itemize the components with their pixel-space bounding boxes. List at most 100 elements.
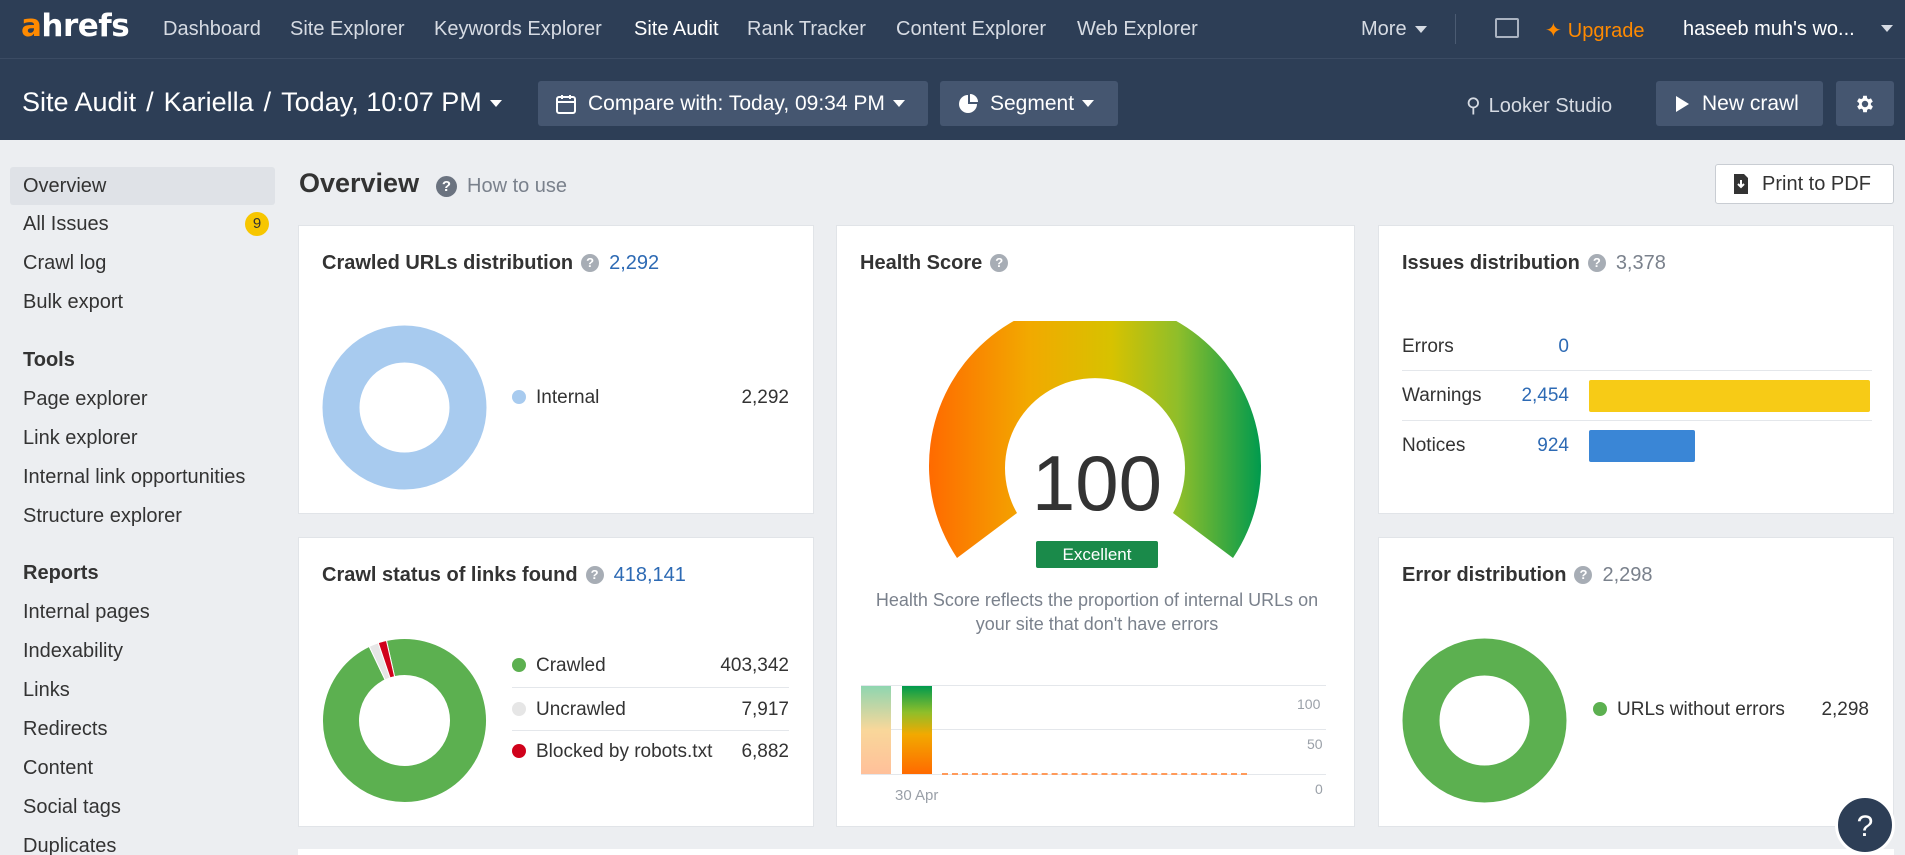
issues-count-badge: 9 (245, 212, 269, 236)
legend-value: 2,298 (1821, 699, 1869, 720)
audit-header: Site Audit / Kariella / Today, 10:07 PM Comp… (0, 58, 1905, 140)
nav-rank-tracker[interactable]: Rank Tracker (747, 18, 866, 41)
card-title: Crawled URLs distribution? 2,292 (322, 252, 660, 274)
chevron-down-icon (1082, 100, 1095, 107)
sidebar-item-overview[interactable]: Overview (10, 167, 275, 205)
upgrade-link[interactable]: ✦ Upgrade (1545, 18, 1644, 43)
sidebar-item-label: All Issues (23, 213, 109, 235)
looker-studio-link[interactable]: ⚲ Looker Studio (1466, 93, 1612, 118)
warnings-label: Warnings (1402, 385, 1482, 406)
reports-heading: Reports (23, 562, 99, 584)
more-label: More (1361, 18, 1407, 40)
health-score-value: 100 (1031, 439, 1163, 527)
errors-value[interactable]: 0 (1489, 336, 1569, 358)
download-icon (1734, 174, 1748, 194)
help-chat-button[interactable]: ? (1835, 795, 1895, 855)
sidebar-item-social-tags[interactable]: Social tags (10, 788, 275, 826)
screen-icon[interactable] (1495, 18, 1519, 38)
sidebar-item-internal-pages[interactable]: Internal pages (10, 593, 275, 631)
notices-bar[interactable] (1589, 430, 1695, 462)
nav-site-audit[interactable]: Site Audit (634, 18, 719, 41)
sidebar-item-all-issues[interactable]: All Issues 9 (10, 205, 275, 243)
crawl-status-count[interactable]: 418,141 (614, 564, 686, 586)
more-menu[interactable]: More (1361, 18, 1427, 41)
ahrefs-logo[interactable]: ahrefs (21, 8, 130, 44)
legend-dot (1593, 702, 1607, 716)
nav-keywords-explorer[interactable]: Keywords Explorer (434, 18, 602, 41)
sidebar-item-bulk-export[interactable]: Bulk export (10, 283, 275, 321)
help-icon[interactable]: ? (1587, 254, 1606, 272)
legend-uncrawled: Uncrawled (512, 699, 626, 721)
warnings-value[interactable]: 2,454 (1489, 385, 1569, 407)
help-icon[interactable]: ? (1574, 566, 1593, 584)
crawl-status-card: Crawl status of links found? 418,141 Craw… (298, 537, 814, 827)
legend-internal: Internal (512, 387, 599, 409)
sidebar-item-indexability[interactable]: Indexability (10, 632, 275, 670)
crumb-site-audit[interactable]: Site Audit (22, 87, 136, 117)
segment-button[interactable]: Segment (940, 81, 1118, 126)
sidebar-item-duplicates[interactable]: Duplicates (10, 827, 275, 855)
sidebar-item-crawl-log[interactable]: Crawl log (10, 244, 275, 282)
settings-button[interactable] (1836, 81, 1894, 126)
new-crawl-button[interactable]: New crawl (1656, 81, 1823, 126)
nav-site-explorer[interactable]: Site Explorer (290, 18, 405, 41)
history-baseline (942, 773, 1247, 775)
help-icon[interactable]: ? (990, 254, 1009, 272)
donut-slice-urls-without-errors[interactable] (1402, 638, 1567, 803)
history-bar[interactable] (902, 686, 932, 774)
chevron-down-icon (892, 100, 905, 107)
crawled-urls-count[interactable]: 2,292 (609, 252, 659, 274)
health-score-card: Health Score? 100 Excellent Health Score… (836, 225, 1355, 827)
play-icon (1676, 95, 1689, 112)
crumb-project[interactable]: Kariella (164, 87, 254, 117)
chevron-down-icon[interactable] (489, 100, 502, 108)
card-title: Error distribution? 2,298 (1402, 564, 1653, 586)
compare-label: Compare with: Today, 09:34 PM (588, 91, 885, 115)
breadcrumb: Site Audit / Kariella / Today, 10:07 PM (22, 87, 502, 118)
legend-dot (512, 744, 526, 758)
crawled-urls-card: Crawled URLs distribution? 2,292 Internal… (298, 225, 814, 514)
legend-dot (512, 390, 526, 404)
sparkle-icon: ✦ (1545, 20, 1562, 42)
legend-dot (512, 658, 526, 672)
history-bar[interactable] (861, 686, 891, 774)
donut-slice-internal[interactable] (322, 325, 487, 490)
chevron-down-icon[interactable] (1881, 25, 1893, 32)
notices-value[interactable]: 924 (1489, 435, 1569, 457)
notices-label: Notices (1402, 435, 1466, 456)
error-count: 2,298 (1602, 564, 1653, 586)
nav-content-explorer[interactable]: Content Explorer (896, 18, 1046, 41)
print-to-pdf-button[interactable]: Print to PDF (1715, 164, 1894, 204)
print-label: Print to PDF (1762, 172, 1871, 195)
compare-button[interactable]: Compare with: Today, 09:34 PM (538, 81, 928, 126)
sidebar-item-page-explorer[interactable]: Page explorer (10, 380, 275, 418)
looker-label: Looker Studio (1488, 95, 1613, 117)
sidebar-item-structure-explorer[interactable]: Structure explorer (10, 497, 275, 535)
top-nav: ahrefs Dashboard Site Explorer Keywords … (0, 0, 1905, 58)
chevron-down-icon (1414, 26, 1427, 34)
nav-web-explorer[interactable]: Web Explorer (1077, 18, 1198, 41)
axis-tick: 100 (1297, 696, 1321, 712)
crawl-status-donut (322, 638, 487, 803)
warnings-bar[interactable] (1589, 380, 1870, 412)
card-title: Crawl status of links found? 418,141 (322, 564, 686, 586)
segment-label: Segment (990, 91, 1075, 115)
donut-slice-crawled[interactable] (322, 638, 487, 803)
nav-dashboard[interactable]: Dashboard (163, 18, 261, 41)
sidebar-item-content[interactable]: Content (10, 749, 275, 787)
account-menu[interactable]: haseeb muh's wo... (1683, 18, 1855, 41)
sidebar-item-links[interactable]: Links (10, 671, 275, 709)
errors-label: Errors (1402, 336, 1454, 357)
help-icon[interactable]: ? (585, 566, 604, 584)
how-to-use-link[interactable]: How to use (467, 175, 567, 198)
sidebar-item-redirects[interactable]: Redirects (10, 710, 275, 748)
crumb-crawl-date[interactable]: Today, 10:07 PM (281, 87, 482, 117)
help-icon[interactable]: ? (436, 176, 457, 197)
health-score-description: Health Score reflects the proportion of … (875, 590, 1319, 634)
help-icon[interactable]: ? (581, 254, 600, 272)
calendar-icon (556, 94, 576, 114)
card-title: Issues distribution? 3,378 (1402, 252, 1666, 274)
sidebar-item-link-explorer[interactable]: Link explorer (10, 419, 275, 457)
sidebar-item-internal-link-opportunities[interactable]: Internal link opportunities (10, 458, 275, 496)
issues-distribution-card: Issues distribution? 3,378 Errors 0 Warni… (1378, 225, 1894, 514)
